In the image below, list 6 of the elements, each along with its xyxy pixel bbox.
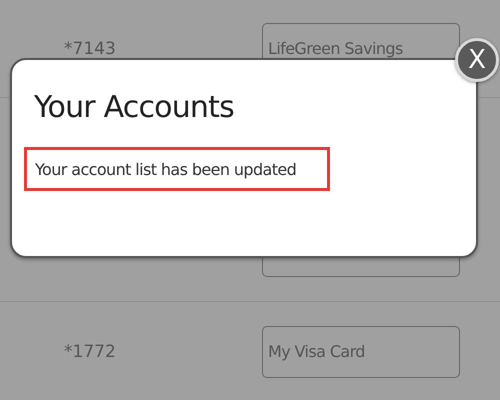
dialog-title: Your Accounts: [33, 90, 235, 125]
account-number: *1772: [64, 342, 116, 362]
close-button[interactable]: X: [455, 38, 499, 82]
dialog-message: Your account list has been updated: [35, 160, 296, 178]
nickname-field[interactable]: My Visa Card: [262, 326, 460, 378]
account-number: *7143: [64, 38, 116, 58]
